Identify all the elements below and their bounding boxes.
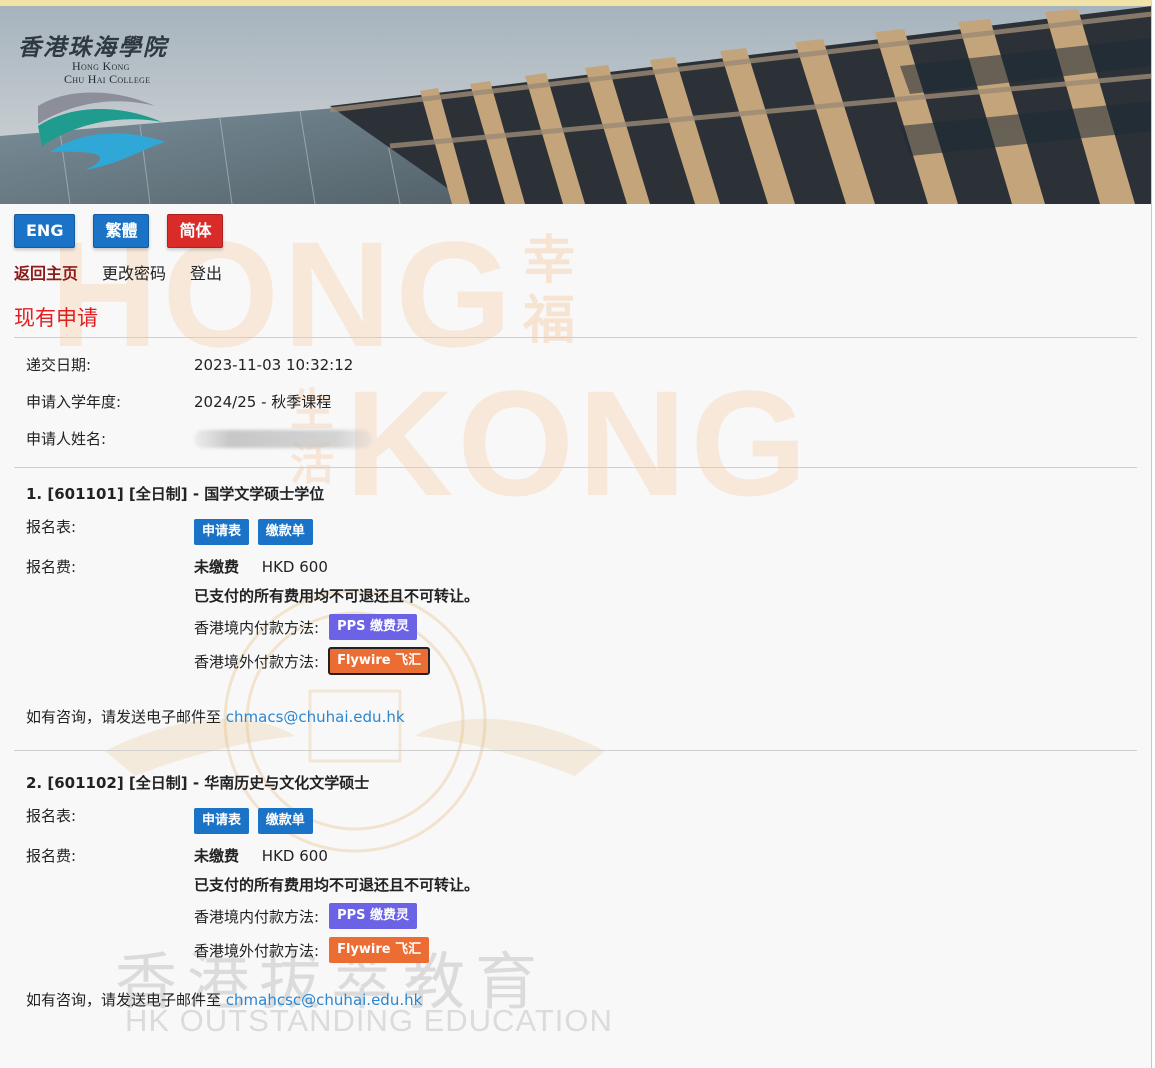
program-title: 2. [601102] [全日制] - 华南历史与文化文学硕士	[26, 774, 370, 792]
lang-button-traditional[interactable]: 繁體	[93, 214, 150, 248]
intake-year-label: 申请入学年度:	[26, 393, 122, 411]
intake-year-value: 2024/25 - 秋季课程	[194, 393, 332, 411]
nav-change-password-link[interactable]: 更改密码	[102, 260, 166, 284]
section-title: 现有申请	[14, 294, 1137, 338]
fee-status: 未缴费	[194, 846, 240, 865]
lang-button-eng[interactable]: ENG	[14, 214, 76, 248]
contact-email-link[interactable]: chmacs@chuhai.edu.hk	[226, 708, 405, 726]
logo-chinese-name: 香港珠海學院	[18, 34, 168, 61]
overseas-payment-row: 香港境外付款方法: Flywire 飞汇	[14, 644, 1137, 678]
local-payment-row: 香港境内付款方法: PPS 缴费灵	[14, 899, 1137, 933]
college-emblem-icon	[38, 92, 165, 170]
submit-date-value: 2023-11-03 10:32:12	[194, 355, 354, 374]
fee-amount: HKD 600	[261, 846, 328, 865]
application-form-button[interactable]: 申请表	[194, 808, 250, 834]
form-label: 报名表:	[26, 807, 77, 825]
fee-status: 未缴费	[194, 557, 240, 576]
contact-line: 如有咨询，请发送电子邮件至 chmacs@chuhai.edu.hk	[14, 706, 405, 727]
fee-amount: HKD 600	[261, 557, 328, 576]
notice-row: 已支付的所有费用均不可退还且不可转让。	[14, 580, 1137, 610]
pps-payment-button[interactable]: PPS 缴费灵	[329, 614, 418, 640]
applicant-name-redacted	[194, 429, 372, 448]
lang-button-simplified[interactable]: 简体	[167, 214, 224, 248]
payment-slip-button[interactable]: 缴款单	[257, 519, 313, 545]
nav-logout-link[interactable]: 登出	[190, 260, 222, 284]
application-form-button[interactable]: 申请表	[194, 519, 250, 545]
contact-text: 如有咨询，请发送电子邮件至	[26, 708, 222, 726]
local-payment-row: 香港境内付款方法: PPS 缴费灵	[14, 610, 1137, 644]
college-logo[interactable]: 香港珠海學院 Hong Kong Chu Hai College	[12, 22, 212, 182]
payment-slip-button[interactable]: 缴款单	[257, 808, 313, 834]
main-content: ENG 繁體 简体 返回主页 更改密码 登出 现有申请 递交日期: 2023-1…	[0, 204, 1151, 1021]
fee-row: 报名费: 未缴费 HKD 600	[14, 841, 1137, 869]
application-info: 递交日期: 2023-11-03 10:32:12 申请入学年度: 2024/2…	[14, 338, 1137, 468]
form-label: 报名表:	[26, 518, 77, 536]
contact-text: 如有咨询，请发送电子邮件至	[26, 991, 222, 1009]
applicant-name-label: 申请人姓名:	[26, 430, 107, 448]
program-block: 1. [601101] [全日制] - 国学文学硕士学位 报名表: 申请表 缴款…	[14, 468, 1137, 750]
refund-notice: 已支付的所有费用均不可退还且不可转让。	[194, 875, 480, 894]
notice-row: 已支付的所有费用均不可退还且不可转让。	[14, 869, 1137, 899]
overseas-payment-label: 香港境外付款方法:	[194, 941, 320, 960]
page-frame: 香港珠海學院 Hong Kong Chu Hai College HONG KO…	[0, 0, 1152, 1068]
submit-date-label: 递交日期:	[26, 356, 92, 374]
program-block: 2. [601102] [全日制] - 华南历史与文化文学硕士 报名表: 申请表…	[14, 751, 1137, 1021]
language-switcher: ENG 繁體 简体	[14, 204, 1137, 256]
flywire-payment-button[interactable]: Flywire 飞汇	[329, 937, 430, 963]
fee-label: 报名费:	[26, 557, 77, 576]
program-title: 1. [601101] [全日制] - 国学文学硕士学位	[26, 485, 325, 503]
local-payment-label: 香港境内付款方法:	[194, 618, 320, 637]
pps-payment-button[interactable]: PPS 缴费灵	[329, 903, 418, 929]
applicant-name-row: 申请人姓名:	[14, 420, 1137, 457]
fee-row: 报名费: 未缴费 HKD 600	[14, 552, 1137, 580]
form-row: 报名表: 申请表 缴款单	[14, 801, 1137, 841]
local-payment-label: 香港境内付款方法:	[194, 907, 320, 926]
fee-label: 报名费:	[26, 846, 77, 865]
contact-line: 如有咨询，请发送电子邮件至 chmahcsc@chuhai.edu.hk	[14, 989, 422, 1010]
nav-home-link[interactable]: 返回主页	[14, 260, 78, 284]
overseas-payment-row: 香港境外付款方法: Flywire 飞汇	[14, 933, 1137, 967]
intake-year-row: 申请入学年度: 2024/25 - 秋季课程	[14, 383, 1137, 420]
submit-date-row: 递交日期: 2023-11-03 10:32:12	[14, 346, 1137, 383]
header-banner: 香港珠海學院 Hong Kong Chu Hai College	[0, 6, 1151, 204]
contact-email-link[interactable]: chmahcsc@chuhai.edu.hk	[226, 991, 423, 1009]
form-row: 报名表: 申请表 缴款单	[14, 512, 1137, 552]
refund-notice: 已支付的所有费用均不可退还且不可转让。	[194, 586, 480, 605]
overseas-payment-label: 香港境外付款方法:	[194, 652, 320, 671]
flywire-payment-button[interactable]: Flywire 飞汇	[328, 647, 431, 675]
top-nav: 返回主页 更改密码 登出	[14, 256, 1137, 294]
